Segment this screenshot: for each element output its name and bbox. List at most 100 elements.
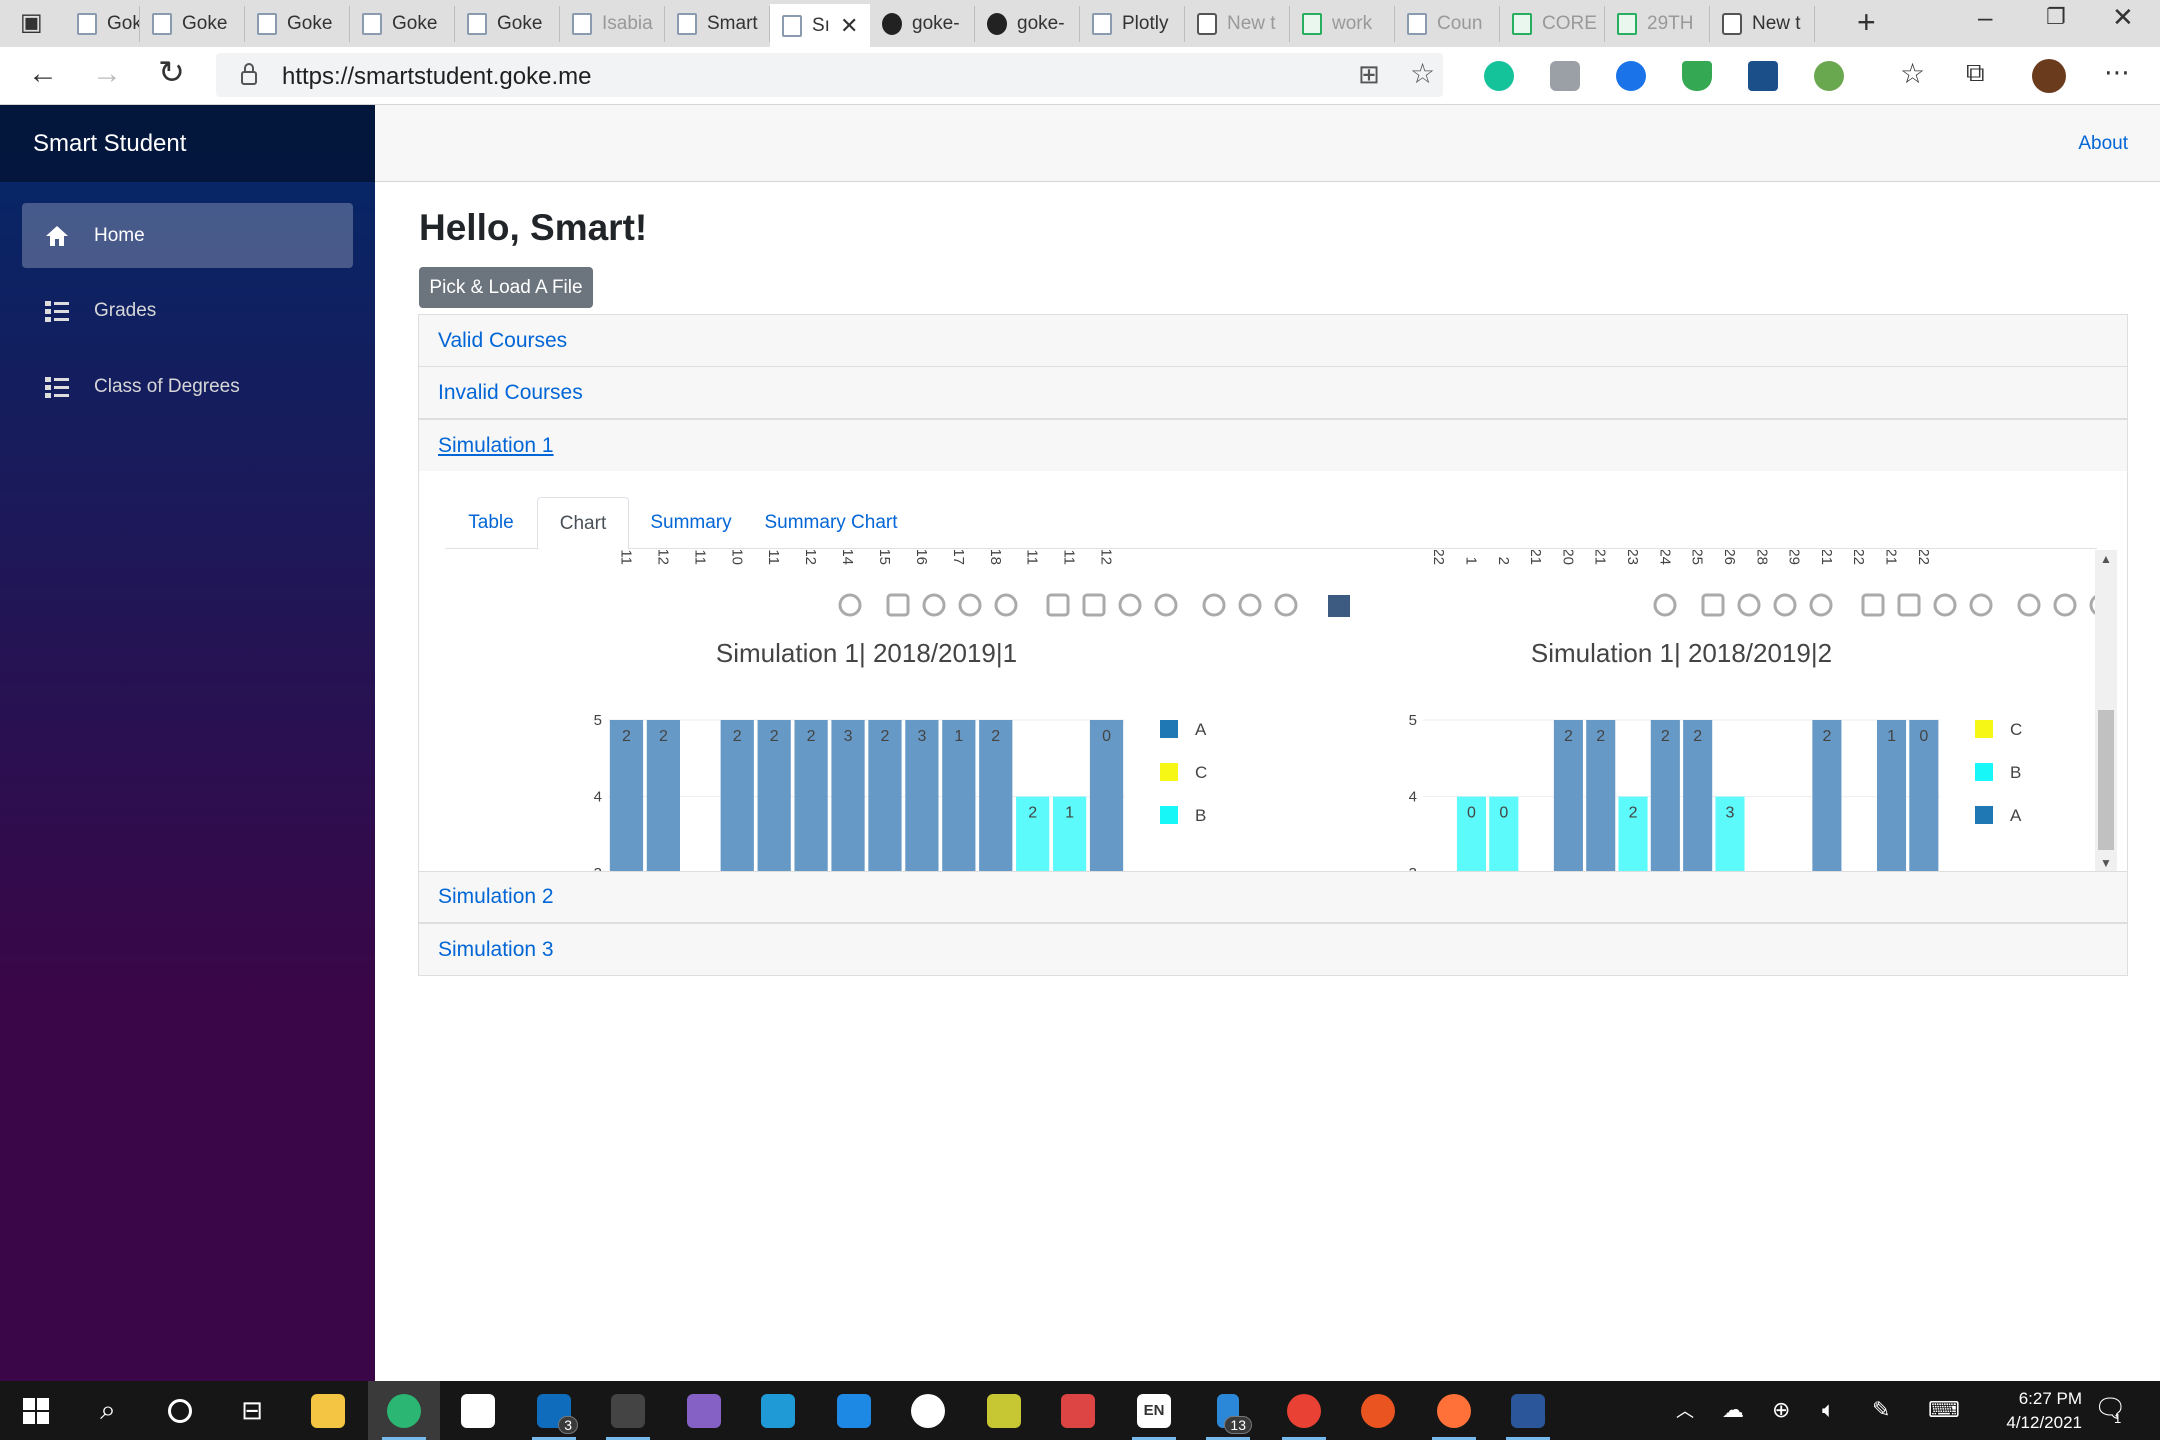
refresh-icon[interactable]: ↻ xyxy=(158,53,185,91)
chrome-icon[interactable] xyxy=(1268,1381,1340,1440)
azure-studio-icon[interactable] xyxy=(742,1381,814,1440)
scroll-up-arrow-icon[interactable]: ▲ xyxy=(2100,552,2112,566)
browser-tab[interactable]: Goke xyxy=(140,6,245,42)
zoom-icon[interactable] xyxy=(1701,593,1725,617)
box-select-icon[interactable] xyxy=(1773,593,1797,617)
app-circle-icon[interactable] xyxy=(892,1381,964,1440)
tab-summary-chart[interactable]: Summary Chart xyxy=(753,497,909,549)
chart-scroll-area[interactable]: 0123452CH112CH121CH112CH102CH112CH123CH1… xyxy=(445,550,2095,872)
browser-tab[interactable]: New t xyxy=(1185,6,1290,42)
accordion-simulation-2[interactable]: Simulation 2 xyxy=(418,871,2128,923)
browser-tab[interactable]: Isabia xyxy=(560,6,665,42)
mail-icon[interactable]: 3 xyxy=(518,1381,590,1440)
tab-actions-icon[interactable]: ▣ xyxy=(20,8,43,37)
reset-axes-icon[interactable] xyxy=(1154,593,1178,617)
pick-load-file-button[interactable]: Pick & Load A File xyxy=(419,267,593,308)
box-select-icon[interactable] xyxy=(958,593,982,617)
hover-closest-icon[interactable] xyxy=(1238,593,1262,617)
store-icon[interactable] xyxy=(442,1381,514,1440)
office-extension-icon[interactable] xyxy=(1550,61,1580,91)
language-app-icon[interactable]: EN xyxy=(1118,1381,1190,1440)
browser-tab[interactable]: Smart xyxy=(665,6,770,42)
grammarly-extension-icon[interactable] xyxy=(1484,61,1514,91)
search-icon[interactable]: ⌕ xyxy=(72,1381,144,1440)
tab-table[interactable]: Table xyxy=(445,497,537,549)
task-view-icon[interactable]: ⊟ xyxy=(216,1381,288,1440)
pen-icon[interactable]: ✎ xyxy=(1872,1397,1890,1423)
browser-tab[interactable]: Plotly xyxy=(1080,6,1185,42)
browser-tab[interactable]: Goke xyxy=(455,6,560,42)
hover-closest-icon[interactable] xyxy=(2053,593,2077,617)
accordion-invalid-courses[interactable]: Invalid Courses xyxy=(418,366,2128,419)
browser-tab[interactable]: goke- xyxy=(870,6,975,42)
add-favorite-icon[interactable]: ☆ xyxy=(1410,57,1435,90)
file-explorer-icon[interactable] xyxy=(292,1381,364,1440)
browser-tab[interactable]: New t xyxy=(1710,6,1815,42)
accordion-valid-courses[interactable]: Valid Courses xyxy=(418,314,2128,367)
app-available-icon[interactable]: ⊞ xyxy=(1358,59,1380,90)
browser-tab[interactable]: work xyxy=(1290,6,1395,42)
hover-compare-icon[interactable] xyxy=(1274,593,1298,617)
ubuntu-icon[interactable] xyxy=(1342,1381,1414,1440)
tab-summary[interactable]: Summary xyxy=(629,497,753,549)
close-window-button[interactable]: ✕ xyxy=(2112,2,2134,33)
zoom-out-icon[interactable] xyxy=(1082,593,1106,617)
firefox-icon[interactable] xyxy=(1418,1381,1490,1440)
back-arrow-icon[interactable]: ← xyxy=(28,57,58,91)
lasso-icon[interactable] xyxy=(1809,593,1833,617)
spike-lines-icon[interactable] xyxy=(1202,593,1226,617)
close-tab-icon[interactable]: ✕ xyxy=(840,13,858,39)
visual-studio-icon[interactable] xyxy=(668,1381,740,1440)
accordion-simulation-1[interactable]: Simulation 1 xyxy=(418,419,2128,472)
word-icon[interactable] xyxy=(1492,1381,1564,1440)
address-bar[interactable]: https://smartstudent.goke.me ⊞ ☆ xyxy=(216,53,1443,97)
browser-tab[interactable]: goke- xyxy=(975,6,1080,42)
terminal-icon[interactable] xyxy=(592,1381,664,1440)
snip-tool-icon[interactable] xyxy=(968,1381,1040,1440)
tray-chevron-icon[interactable]: ︿ xyxy=(1676,1397,1694,1423)
volume-icon[interactable]: 🔈︎ xyxy=(1822,1397,1835,1423)
browser-tab[interactable]: 29TH xyxy=(1605,6,1710,42)
browser-tab[interactable]: Goke xyxy=(245,6,350,42)
toolbox-icon[interactable] xyxy=(1042,1381,1114,1440)
autoscale-icon[interactable] xyxy=(1118,593,1142,617)
brand-title[interactable]: Smart Student xyxy=(0,105,375,182)
zoom-out-icon[interactable] xyxy=(1897,593,1921,617)
globe-extension-icon[interactable] xyxy=(1814,61,1844,91)
lasso-icon[interactable] xyxy=(994,593,1018,617)
nav-home[interactable]: Home xyxy=(22,203,353,268)
phone-link-icon[interactable]: 13 xyxy=(1192,1381,1264,1440)
nav-grades[interactable]: Grades xyxy=(22,278,353,343)
windows-start-icon[interactable] xyxy=(0,1381,72,1440)
camera-icon[interactable] xyxy=(1653,593,1677,617)
accordion-simulation-3[interactable]: Simulation 3 xyxy=(418,923,2128,976)
chart-scrollbar[interactable]: ▲ ▼ xyxy=(2095,550,2117,872)
onedrive-icon[interactable]: ☁ xyxy=(1722,1397,1744,1423)
scrollbar-thumb[interactable] xyxy=(2098,710,2114,850)
tab-chart[interactable]: Chart xyxy=(537,497,629,550)
pan-icon[interactable] xyxy=(1737,593,1761,617)
camera-icon[interactable] xyxy=(838,593,862,617)
system-clock[interactable]: 6:27 PM 4/12/2021 xyxy=(2006,1387,2082,1435)
autoscale-icon[interactable] xyxy=(1933,593,1957,617)
extension-blue-icon[interactable] xyxy=(1616,61,1646,91)
edge-browser-icon[interactable] xyxy=(368,1381,440,1440)
briefcase-extension-icon[interactable] xyxy=(1748,61,1778,91)
browser-tab[interactable]: Goke xyxy=(350,6,455,42)
cortana-icon[interactable] xyxy=(144,1381,216,1440)
keyboard-icon[interactable]: ⌨ xyxy=(1928,1397,1960,1423)
restore-button[interactable]: ❐ xyxy=(2046,4,2066,30)
profile-avatar[interactable] xyxy=(2032,59,2066,93)
reset-axes-icon[interactable] xyxy=(1969,593,1993,617)
more-options-icon[interactable]: ⋯ xyxy=(2104,57,2130,88)
zoom-icon[interactable] xyxy=(886,593,910,617)
vscode-icon[interactable] xyxy=(818,1381,890,1440)
spike-lines-icon[interactable] xyxy=(2017,593,2041,617)
pan-icon[interactable] xyxy=(922,593,946,617)
shield-extension-icon[interactable] xyxy=(1682,61,1712,91)
browser-tab[interactable]: Sı ✕ xyxy=(770,4,870,47)
minimize-button[interactable]: – xyxy=(1978,2,1992,33)
network-globe-icon[interactable]: ⊕ xyxy=(1772,1397,1790,1423)
scroll-down-arrow-icon[interactable]: ▼ xyxy=(2100,856,2112,870)
browser-tab[interactable]: CORE xyxy=(1500,6,1605,42)
